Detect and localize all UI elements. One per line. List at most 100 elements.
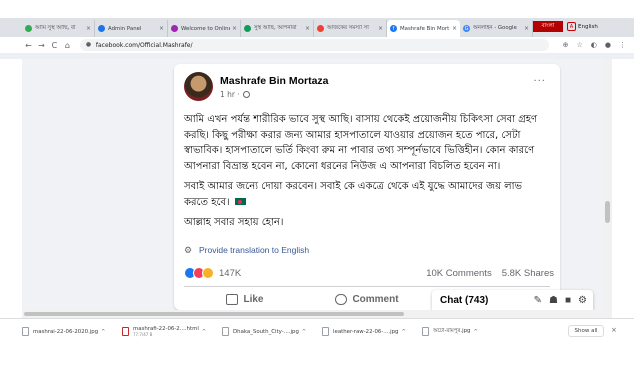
vertical-scroll-thumb[interactable] [605,201,610,223]
account-icon[interactable]: ● [605,41,611,49]
author-block: Mashrafe Bin Mortaza 1 hr · [220,75,329,99]
shares-count[interactable]: 5.8K Shares [502,268,554,279]
download-menu-icon[interactable]: ^ [473,329,477,335]
reaction-icons [184,267,214,279]
tab-favicon-icon [171,25,178,32]
tab-close-icon[interactable]: × [159,25,164,32]
tab-3[interactable]: সুস্থ আছি, আপনারা × [241,20,314,37]
tab-favicon-icon [244,25,251,32]
language-label: English [578,23,598,30]
lock-icon: ● [85,41,92,48]
gear-icon: ⚙ [184,244,193,255]
download-filename: Dhaka_South_City-....jpg [233,328,299,335]
url-input[interactable]: ● facebook.com/Official.Mashrafe/ [79,39,549,51]
care-reaction-icon [202,267,214,279]
tab-label: অনলাইন - Google [473,24,517,31]
reactions-summary[interactable]: 147K [184,267,241,279]
extension-icon[interactable]: ◐ [591,41,597,49]
engagement-counts: 10K Comments 5.8K Shares [416,268,554,279]
download-filename: অটো-রামপুর.jpg [433,327,471,334]
chat-bar[interactable]: Chat (743) ✎ ☗ ■ ⚙ [432,290,593,310]
zoom-icon[interactable]: ⊕ [563,41,569,49]
language-bar: বাংলা A English [533,18,634,35]
language-icon[interactable]: A [567,22,576,31]
thumbs-up-icon [226,293,239,305]
download-item[interactable]: mashrafi-22-06-2....html 77.7/47 B ^ [122,326,222,337]
post-header: Mashrafe Bin Mortaza 1 hr · [184,72,329,101]
new-message-icon[interactable]: ✎ [534,295,542,306]
download-menu-icon[interactable]: ^ [101,329,105,335]
download-shelf: mashrai-22-06-2020.jpg ^ mashrafi-22-06-… [0,318,634,344]
like-button[interactable]: Like [184,290,306,308]
bookmark-star-icon[interactable]: ☆ [577,41,583,49]
translate-label: Provide translation to English [199,245,310,255]
back-arrow-icon[interactable]: ← [22,41,35,50]
chat-icons: ✎ ☗ ■ ⚙ [527,295,587,306]
author-name[interactable]: Mashrafe Bin Mortaza [220,75,329,87]
download-menu-icon[interactable]: ^ [401,329,405,335]
horizontal-scrollbar[interactable] [22,310,612,318]
horizontal-scroll-thumb[interactable] [24,312,404,316]
address-bar-row: ← → C ⌂ ● facebook.com/Official.Mashrafe… [0,37,634,53]
download-item[interactable]: mashrai-22-06-2020.jpg ^ [22,327,122,336]
tab-5-active[interactable]: f Mashrafe Bin Mort × [387,20,460,37]
tab-6[interactable]: G অনলাইন - Google × [460,20,533,37]
url-text: facebook.com/Official.Mashrafe/ [95,41,193,49]
more-options-icon[interactable]: ··· [533,76,546,87]
post-body: আমি এখন পর্যন্ত শারীরিক ভাবে সুস্থ আছি। … [184,112,544,236]
close-shelf-icon[interactable]: × [611,326,617,334]
tab-close-icon[interactable]: × [378,25,383,32]
post-paragraph: আল্লাহ সবার সহায় হোন। [184,217,284,228]
google-favicon-icon: G [463,25,470,32]
comment-label: Comment [352,293,399,305]
tab-close-icon[interactable]: × [524,25,529,32]
tab-label: আজকের সমস্যা সা [327,24,369,31]
tab-close-icon[interactable]: × [452,25,457,32]
file-icon [22,327,29,336]
video-call-icon[interactable]: ■ [565,295,571,306]
comments-count[interactable]: 10K Comments [426,268,491,279]
file-icon [422,327,429,336]
facebook-page: Mashrafe Bin Mortaza 1 hr · ··· আমি এখন … [22,59,612,310]
tab-0[interactable]: আমি সুস্থ আছি, বা × [22,20,95,37]
download-filename: leather-raw-22-06-....jpg [333,328,399,335]
download-item[interactable]: Dhaka_South_City-....jpg ^ [222,327,322,336]
browser-menu-icon[interactable]: ⋮ [619,41,626,49]
post-paragraph: আমি এখন পর্যন্ত শারীরিক ভাবে সুস্থ আছি। … [184,114,538,172]
translate-link[interactable]: ⚙ Provide translation to English [184,245,309,255]
tab-label: Admin Panel [108,25,142,32]
vertical-scrollbar[interactable] [603,59,612,310]
chrome-file-icon [122,327,129,336]
top-margin [0,0,634,18]
download-menu-icon[interactable]: ^ [302,329,306,335]
post-meta: 1 hr · [220,90,329,99]
download-filename-block: mashrafi-22-06-2....html 77.7/47 B [133,326,199,337]
tab-close-icon[interactable]: × [86,25,91,32]
tab-2[interactable]: Welcome to OnlineNews × [168,20,241,37]
tab-label: সুস্থ আছি, আপনারা [254,24,297,31]
tab-4[interactable]: আজকের সমস্যা সা × [314,20,387,37]
home-icon[interactable]: ⌂ [61,41,74,50]
tab-close-icon[interactable]: × [305,25,310,32]
download-item[interactable]: অটো-রামপুর.jpg ^ [422,327,522,336]
forward-arrow-icon[interactable]: → [35,41,48,50]
globe-icon [242,90,250,98]
reactions-count: 147K [219,267,242,279]
tab-1[interactable]: Admin Panel × [95,20,168,37]
chat-settings-icon[interactable]: ⚙ [578,295,587,306]
avatar[interactable] [184,72,213,101]
comment-button[interactable]: Comment [306,290,428,308]
tab-close-icon[interactable]: × [232,25,237,32]
post-paragraph: সবাই আমার জন্যে দোয়া করবেন। সবাই কে একত… [184,179,544,210]
screen: আমি সুস্থ আছি, বা × Admin Panel × Welcom… [0,0,634,365]
download-item[interactable]: leather-raw-22-06-....jpg ^ [322,327,422,336]
create-group-icon[interactable]: ☗ [549,295,558,306]
download-progress-text: 77.7/47 B [133,332,153,337]
bangla-keyboard-badge[interactable]: বাংলা [533,21,563,32]
reload-icon[interactable]: C [48,41,61,50]
post-time[interactable]: 1 hr · [220,90,240,99]
show-all-downloads-button[interactable]: Show all [568,325,604,337]
tab-label: আমি সুস্থ আছি, বা [35,24,76,31]
actions-divider [184,286,550,287]
download-menu-icon[interactable]: ^ [202,329,206,335]
